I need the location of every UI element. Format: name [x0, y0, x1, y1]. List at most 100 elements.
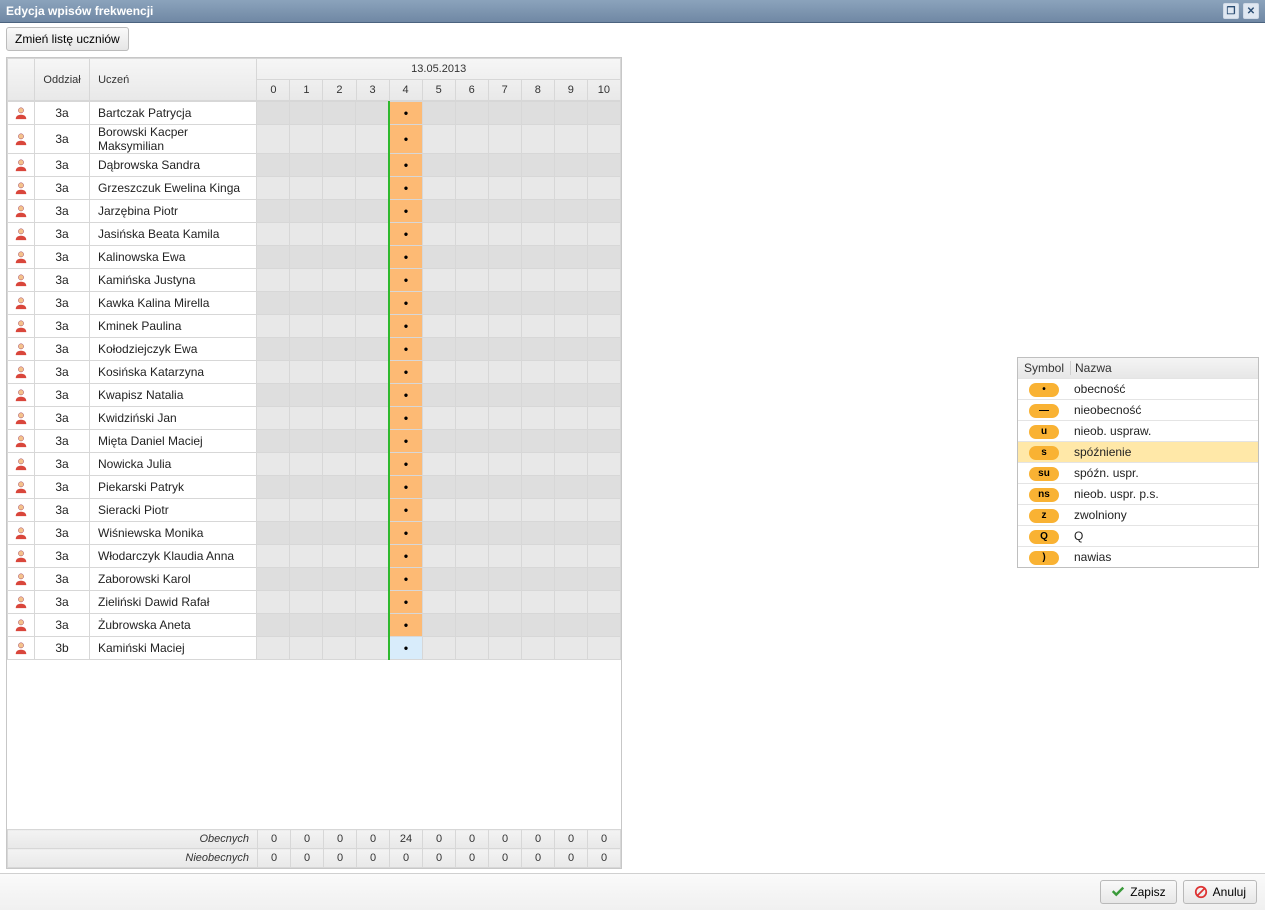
attendance-cell[interactable] [356, 292, 390, 315]
attendance-cell[interactable] [489, 614, 522, 637]
attendance-cell[interactable] [456, 292, 489, 315]
attendance-cell[interactable] [456, 338, 489, 361]
attendance-cell[interactable] [257, 154, 290, 177]
col-header-period-7[interactable]: 7 [488, 80, 521, 101]
attendance-cell[interactable] [423, 154, 456, 177]
attendance-cell[interactable] [555, 246, 588, 269]
attendance-cell[interactable] [423, 292, 456, 315]
attendance-cell[interactable] [257, 476, 290, 499]
attendance-cell[interactable] [522, 614, 555, 637]
attendance-cell[interactable] [456, 476, 489, 499]
col-header-period-1[interactable]: 1 [290, 80, 323, 101]
legend-item[interactable]: sspóźnienie [1018, 442, 1258, 463]
attendance-cell[interactable] [423, 499, 456, 522]
attendance-cell[interactable] [588, 125, 621, 154]
attendance-cell[interactable] [588, 384, 621, 407]
attendance-cell[interactable] [257, 361, 290, 384]
attendance-cell[interactable] [522, 361, 555, 384]
attendance-cell[interactable] [290, 223, 323, 246]
attendance-cell[interactable] [522, 407, 555, 430]
attendance-cell[interactable] [423, 637, 456, 660]
attendance-cell[interactable] [323, 568, 356, 591]
attendance-cell[interactable] [290, 246, 323, 269]
attendance-cell[interactable] [555, 177, 588, 200]
attendance-cell[interactable] [456, 315, 489, 338]
attendance-cell[interactable] [257, 292, 290, 315]
attendance-cell[interactable] [290, 177, 323, 200]
attendance-cell[interactable] [356, 246, 390, 269]
attendance-cell[interactable] [356, 522, 390, 545]
attendance-cell[interactable] [323, 407, 356, 430]
student-row[interactable]: 3aKwapisz Natalia [8, 384, 621, 407]
attendance-cell[interactable] [555, 453, 588, 476]
attendance-cell[interactable] [456, 246, 489, 269]
attendance-cell[interactable] [356, 223, 390, 246]
attendance-cell[interactable] [356, 102, 390, 125]
attendance-cell[interactable] [456, 568, 489, 591]
attendance-cell[interactable] [489, 102, 522, 125]
attendance-cell[interactable] [489, 315, 522, 338]
attendance-cell[interactable] [356, 614, 390, 637]
student-row[interactable]: 3aDąbrowska Sandra [8, 154, 621, 177]
attendance-cell[interactable] [588, 522, 621, 545]
attendance-cell[interactable] [489, 545, 522, 568]
attendance-cell[interactable] [588, 637, 621, 660]
attendance-cell[interactable] [489, 361, 522, 384]
attendance-cell[interactable] [323, 102, 356, 125]
student-row[interactable]: 3aZieliński Dawid Rafał [8, 591, 621, 614]
restore-icon[interactable]: ❐ [1223, 3, 1239, 19]
attendance-cell[interactable] [522, 338, 555, 361]
attendance-cell[interactable] [489, 154, 522, 177]
attendance-cell[interactable] [323, 154, 356, 177]
attendance-cell[interactable] [356, 637, 390, 660]
attendance-cell[interactable] [423, 102, 456, 125]
student-row[interactable]: 3aWiśniewska Monika [8, 522, 621, 545]
attendance-cell[interactable] [522, 637, 555, 660]
attendance-cell[interactable] [323, 499, 356, 522]
attendance-cell[interactable] [323, 384, 356, 407]
col-header-period-8[interactable]: 8 [521, 80, 554, 101]
legend-item[interactable]: zzwolniony [1018, 505, 1258, 526]
student-row[interactable]: 3aJasińska Beata Kamila [8, 223, 621, 246]
attendance-cell[interactable] [588, 361, 621, 384]
attendance-cell[interactable] [290, 430, 323, 453]
attendance-cell[interactable] [290, 200, 323, 223]
attendance-cell[interactable] [522, 223, 555, 246]
attendance-cell[interactable] [423, 125, 456, 154]
attendance-cell[interactable] [522, 476, 555, 499]
attendance-cell[interactable] [588, 407, 621, 430]
attendance-cell[interactable] [323, 246, 356, 269]
attendance-cell[interactable] [323, 453, 356, 476]
attendance-cell[interactable] [389, 453, 423, 476]
attendance-cell[interactable] [456, 125, 489, 154]
student-row[interactable]: 3aKawka Kalina Mirella [8, 292, 621, 315]
attendance-cell[interactable] [389, 545, 423, 568]
attendance-cell[interactable] [489, 223, 522, 246]
attendance-cell[interactable] [323, 637, 356, 660]
attendance-cell[interactable] [522, 177, 555, 200]
attendance-cell[interactable] [323, 177, 356, 200]
attendance-cell[interactable] [555, 315, 588, 338]
attendance-cell[interactable] [356, 453, 390, 476]
attendance-cell[interactable] [456, 223, 489, 246]
attendance-cell[interactable] [588, 200, 621, 223]
attendance-cell[interactable] [257, 637, 290, 660]
attendance-cell[interactable] [257, 125, 290, 154]
attendance-cell[interactable] [456, 407, 489, 430]
attendance-cell[interactable] [456, 637, 489, 660]
attendance-cell[interactable] [389, 499, 423, 522]
attendance-cell[interactable] [489, 637, 522, 660]
attendance-cell[interactable] [489, 591, 522, 614]
attendance-cell[interactable] [555, 476, 588, 499]
attendance-cell[interactable] [423, 315, 456, 338]
attendance-cell[interactable] [257, 223, 290, 246]
attendance-cell[interactable] [257, 430, 290, 453]
attendance-cell[interactable] [456, 453, 489, 476]
attendance-cell[interactable] [323, 315, 356, 338]
attendance-cell[interactable] [555, 338, 588, 361]
attendance-cell[interactable] [555, 125, 588, 154]
attendance-cell[interactable] [522, 453, 555, 476]
attendance-cell[interactable] [456, 200, 489, 223]
attendance-cell[interactable] [555, 545, 588, 568]
attendance-cell[interactable] [290, 315, 323, 338]
